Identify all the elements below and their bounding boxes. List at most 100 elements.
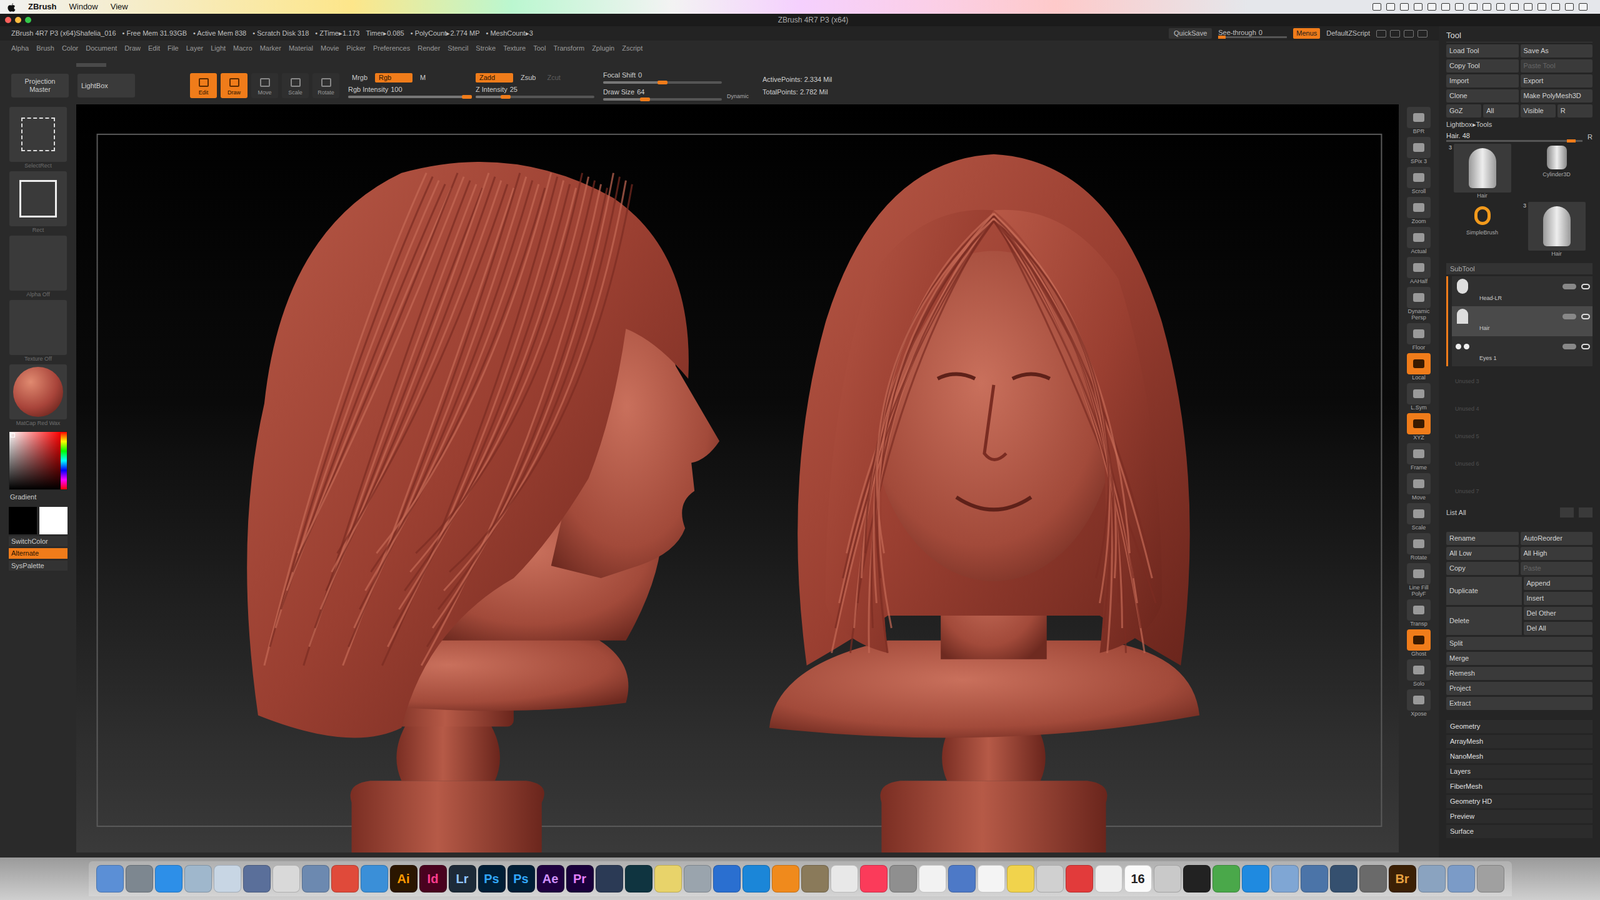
status-icon[interactable]	[1578, 3, 1588, 11]
view-button[interactable]: Transp	[1401, 599, 1437, 627]
view-button[interactable]: Ghost	[1401, 629, 1437, 657]
tool-section[interactable]: Layers	[1446, 765, 1593, 779]
dock-app-icon[interactable]	[918, 865, 947, 893]
focal-shift-slider-track[interactable]	[603, 81, 722, 84]
dock-app-icon[interactable]	[155, 865, 183, 893]
tool-button[interactable]: Visible	[1520, 104, 1556, 118]
tool-button[interactable]: Make PolyMesh3D	[1520, 89, 1594, 103]
dock-app-icon[interactable]	[301, 865, 330, 893]
menu-item[interactable]: Draw	[124, 43, 141, 54]
subtool-action[interactable]: Delete	[1446, 606, 1522, 635]
menu-item[interactable]: Marker	[260, 43, 282, 54]
rgb-intensity-slider[interactable]: Rgb Intensity100	[348, 85, 467, 99]
subtool-action[interactable]: Copy	[1446, 561, 1519, 575]
list-all-button[interactable]: List All	[1446, 507, 1555, 519]
dock-app-icon[interactable]	[1271, 865, 1299, 893]
canvas[interactable]	[76, 104, 1399, 853]
apple-icon[interactable]	[7, 2, 16, 12]
dock-app-icon[interactable]	[1006, 865, 1035, 893]
dock-app-icon[interactable]: Ps	[507, 865, 535, 893]
dock-app-icon[interactable]	[654, 865, 682, 893]
tool-panel-title[interactable]: Tool	[1446, 28, 1593, 43]
dock-app-icon[interactable]	[1183, 865, 1211, 893]
dock-app-icon[interactable]	[1153, 865, 1182, 893]
menu-item[interactable]: Stencil	[447, 43, 469, 54]
tray-handle[interactable]	[76, 63, 107, 67]
subtool-toggle[interactable]	[1562, 313, 1577, 320]
visibility-icon[interactable]	[1581, 283, 1590, 290]
dock-app-icon[interactable]: Ps	[478, 865, 506, 893]
subtool-item[interactable]: Eyes 1	[1451, 336, 1593, 367]
status-icon[interactable]	[1400, 3, 1409, 11]
status-icon[interactable]	[1523, 3, 1533, 11]
dock-app-icon[interactable]	[213, 865, 242, 893]
dock-app-icon[interactable]	[272, 865, 300, 893]
tool-section[interactable]: NanoMesh	[1446, 750, 1593, 764]
os-menu-item[interactable]: Window	[69, 0, 99, 14]
layout-icon[interactable]	[1403, 30, 1414, 38]
minimize-button[interactable]	[15, 16, 22, 24]
subtool-action[interactable]: Extract	[1446, 696, 1593, 710]
view-button[interactable]: Scale	[1401, 503, 1437, 531]
subtool-action[interactable]: Rename	[1446, 531, 1519, 545]
subtool-toggle[interactable]	[1562, 283, 1577, 290]
dock-app-icon[interactable]	[625, 865, 653, 893]
subtool-toggle[interactable]	[1562, 343, 1577, 350]
z-mode-button[interactable]: Zsub	[516, 73, 540, 83]
dock-app-icon[interactable]	[125, 865, 154, 893]
layout-icon[interactable]	[1376, 30, 1387, 38]
tool-button[interactable]: Import	[1446, 74, 1519, 88]
dock-app-icon[interactable]	[1036, 865, 1064, 893]
dock-app-icon[interactable]	[1418, 865, 1446, 893]
tool-section[interactable]: FiberMesh	[1446, 780, 1593, 794]
tool-section[interactable]: Geometry HD	[1446, 795, 1593, 809]
dock-app-icon[interactable]: Br	[1388, 865, 1417, 893]
subtool-action[interactable]: Append	[1523, 576, 1594, 590]
focal-shift-slider-thumb[interactable]	[657, 80, 668, 85]
dock-app-icon[interactable]	[331, 865, 359, 893]
dock-app-icon[interactable]	[977, 865, 1005, 893]
menu-item[interactable]: Document	[85, 43, 117, 54]
dock-app-icon[interactable]: Lr	[448, 865, 477, 893]
current-tool-slider[interactable]: Hair. 48R	[1446, 131, 1593, 143]
dock-app-icon[interactable]	[1300, 865, 1329, 893]
mode-button[interactable]: Draw	[220, 73, 248, 99]
mode-button[interactable]: Rotate	[312, 73, 340, 99]
dock-app-icon[interactable]	[713, 865, 741, 893]
move-up-icon[interactable]	[1560, 507, 1574, 518]
color-mode-button[interactable]: Mrgb	[348, 73, 372, 83]
view-button[interactable]: Xpose	[1401, 689, 1437, 717]
menu-item[interactable]: Material	[288, 43, 314, 54]
zoom-button[interactable]	[25, 16, 32, 24]
dock-app-icon[interactable]: Pr	[566, 865, 594, 893]
primary-color-swatch[interactable]	[8, 506, 37, 535]
mode-button[interactable]: Scale	[281, 73, 309, 99]
view-button[interactable]: SPix 3	[1401, 136, 1437, 165]
shelf-tile[interactable]: Texture Off	[9, 300, 67, 363]
menu-item[interactable]: Zscript	[621, 43, 643, 54]
projection-master-button[interactable]: Projection Master	[11, 73, 69, 98]
tool-button[interactable]: Save As	[1520, 44, 1594, 58]
status-icon[interactable]	[1427, 3, 1437, 11]
dock-app-icon[interactable]	[1095, 865, 1123, 893]
dock-app-icon[interactable]: Ae	[536, 865, 565, 893]
menu-item[interactable]: File	[167, 43, 179, 54]
tool-thumb[interactable]: 3Hair	[1520, 201, 1593, 258]
view-button[interactable]: Frame	[1401, 443, 1437, 471]
dock-app-icon[interactable]	[1212, 865, 1240, 893]
dock-app-icon[interactable]: 16	[1124, 865, 1152, 893]
rgb-intensity-slider-track[interactable]	[348, 95, 467, 99]
menu-item[interactable]: Macro	[233, 43, 253, 54]
tool-button[interactable]: Copy Tool	[1446, 59, 1519, 73]
menu-item[interactable]: Stroke	[475, 43, 496, 54]
status-icon[interactable]	[1468, 3, 1478, 11]
view-button[interactable]: Rotate	[1401, 533, 1437, 561]
visibility-icon[interactable]	[1581, 343, 1590, 350]
menu-item[interactable]: Preferences	[373, 43, 410, 54]
tool-section[interactable]: ArrayMesh	[1446, 735, 1593, 749]
dock-app-icon[interactable]	[243, 865, 271, 893]
view-button[interactable]: Solo	[1401, 659, 1437, 687]
status-icon[interactable]	[1372, 3, 1382, 11]
menu-item[interactable]: Movie	[320, 43, 339, 54]
shelf-tile[interactable]: MatCap Red Wax	[9, 364, 67, 427]
